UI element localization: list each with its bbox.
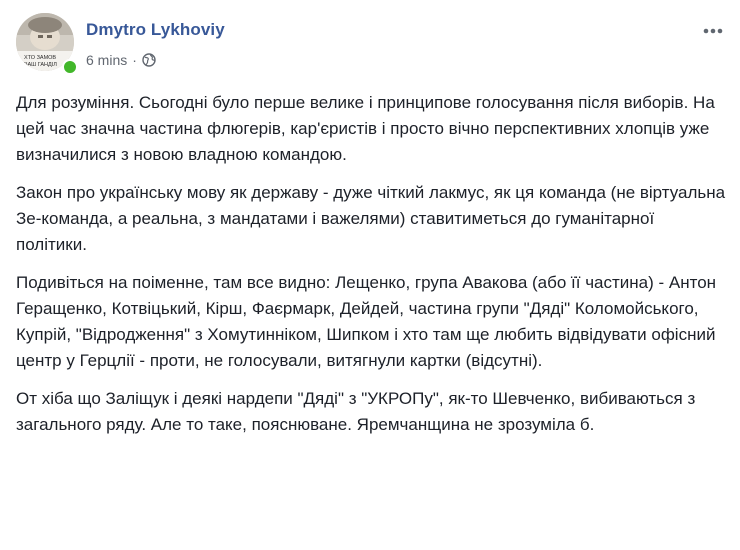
post-paragraph: Закон про українську мову як державу - д… bbox=[16, 183, 726, 254]
author-name-link[interactable]: Dmytro Lykhoviy bbox=[86, 20, 225, 40]
post-paragraph: От хіба що Заліщук і деякі нардепи "Дяді… bbox=[16, 389, 696, 434]
more-options-icon bbox=[703, 28, 723, 34]
more-options-button[interactable] bbox=[702, 21, 724, 41]
post-meta: 6 mins · bbox=[86, 51, 156, 69]
meta-separator: · bbox=[132, 52, 137, 68]
online-status-indicator bbox=[62, 59, 78, 75]
post-paragraph: Для розуміння. Сьогодні було перше велик… bbox=[16, 93, 715, 164]
post-header: ХТО ЗАМОВ ВАШ ГАНДІЛ Dmytro Lykhoviy 6 m… bbox=[16, 13, 724, 75]
post-timestamp[interactable]: 6 mins bbox=[86, 52, 127, 68]
avatar-caption-line1: ХТО ЗАМОВ bbox=[24, 55, 56, 61]
post-body: Для розуміння. Сьогодні було перше велик… bbox=[16, 90, 728, 450]
avatar-caption-line2: ВАШ ГАНДІЛ bbox=[24, 62, 57, 68]
globe-icon[interactable] bbox=[142, 53, 156, 67]
post-paragraph: Подивіться на поіменне, там все видно: Л… bbox=[16, 273, 717, 370]
